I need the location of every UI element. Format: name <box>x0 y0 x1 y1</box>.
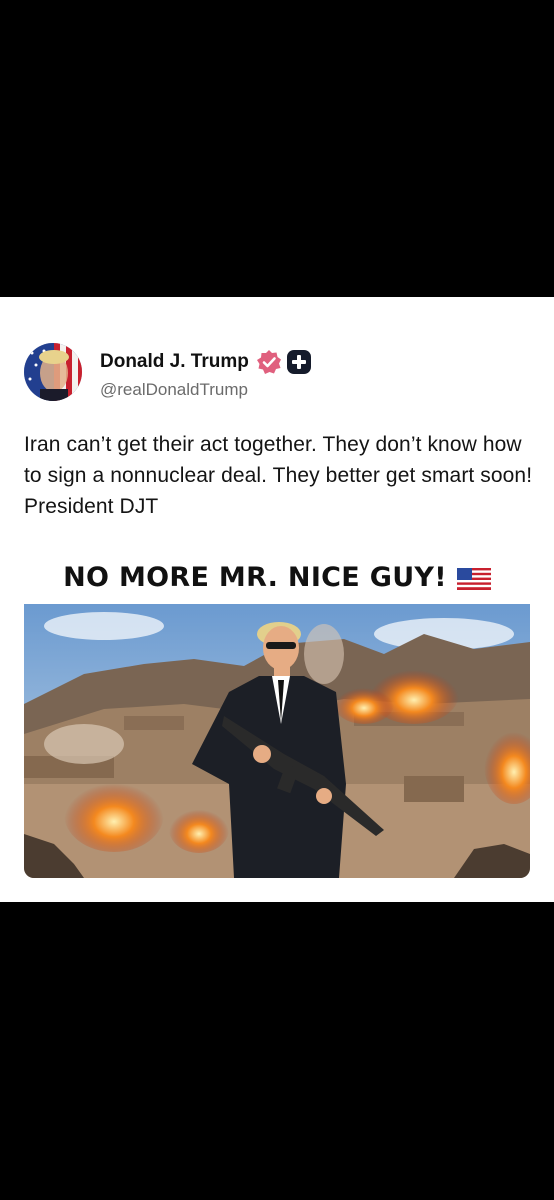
verified-badge-icon <box>256 349 282 375</box>
post-image[interactable]: NO MORE MR. NICE GUY! <box>24 552 530 878</box>
image-caption-text: NO MORE MR. NICE GUY! <box>63 561 447 593</box>
image-caption: NO MORE MR. NICE GUY! <box>24 552 530 602</box>
avatar[interactable] <box>24 343 82 401</box>
author-name-row: Donald J. Trump <box>100 349 312 375</box>
post-card[interactable]: Donald J. Trump @realDonaldTrump Iran ca… <box>0 297 554 902</box>
scene-illustration <box>24 604 530 878</box>
us-flag-icon <box>456 566 491 590</box>
author-handle[interactable]: @realDonaldTrump <box>100 380 248 400</box>
plus-badge-icon <box>286 349 312 375</box>
display-name[interactable]: Donald J. Trump <box>100 351 249 373</box>
post-text: Iran can’t get their act together. They … <box>24 433 533 518</box>
